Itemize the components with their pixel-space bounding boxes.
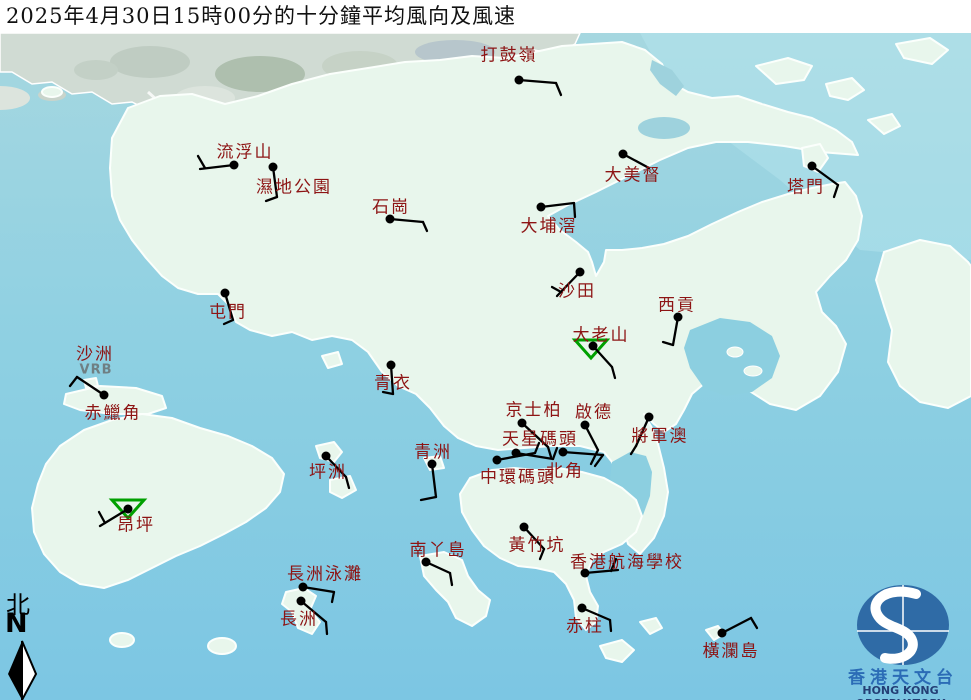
map-title-bar: 2025年4月30日15時00分的十分鐘平均風向及風速 [0,0,971,33]
station-dot [322,452,331,461]
station-dot [299,583,308,592]
deep-bay-islet [42,87,62,97]
logo-english-name: HONG KONG OBSERVATORY [830,684,971,700]
wind-map: 打鼓嶺流浮山濕地公園石崗大美督塔門大埔滘沙田西貢大老山屯門沙洲VRB赤鱲角青衣坪… [0,0,971,700]
station-dot [428,460,437,469]
station-dot [493,456,502,465]
wind-barb [326,622,327,634]
plover-cove-water [638,117,690,139]
station-dot [581,421,590,430]
soko-islands [110,633,134,647]
compass-north-letter: N [5,608,28,639]
station-dot [515,76,524,85]
map-canvas [0,0,971,700]
station-dot [387,361,396,370]
station-dot [230,161,239,170]
shek-kwu-chau [208,638,236,654]
station-dot [578,604,587,613]
station-dot [619,150,628,159]
station-dot [269,163,278,172]
station-dot [559,448,568,457]
station-dot [718,629,727,638]
station-dot [581,569,590,578]
station-dot [589,342,598,351]
station-dot [808,162,817,171]
hko-logo [857,585,949,665]
station-dot [100,391,109,400]
station-dot [518,419,527,428]
station-dot [576,268,585,277]
station-dot [674,313,683,322]
station-dot [422,558,431,567]
wind-barb [610,620,611,631]
station-dot [297,597,306,606]
station-dot [645,413,654,422]
station-dot [537,203,546,212]
station-dot [520,523,529,532]
station-dot [221,289,230,298]
station-dot [124,505,133,514]
station-dot [386,215,395,224]
map-title: 2025年4月30日15時00分的十分鐘平均風向及風速 [0,4,516,28]
wind-barb [574,203,575,217]
